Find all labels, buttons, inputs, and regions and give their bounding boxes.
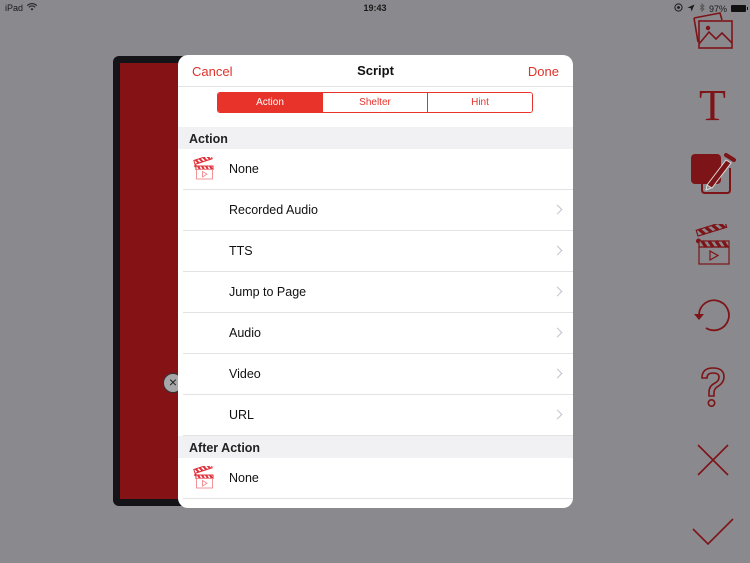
check-icon (691, 517, 734, 547)
action-row-video[interactable]: Video (178, 354, 573, 395)
clapperboard-icon (694, 224, 731, 266)
image-button[interactable] (675, 12, 750, 52)
edit-script-button[interactable] (675, 152, 750, 196)
row-label: None (229, 162, 259, 176)
modal-title: Script (357, 63, 394, 78)
clapperboard-button[interactable] (675, 224, 750, 266)
chevron-right-icon (552, 327, 563, 338)
undo-button[interactable] (675, 296, 750, 336)
script-modal: Cancel Script Done Action Shelter Hint A… (178, 55, 573, 508)
action-row-tts[interactable]: TTS (178, 231, 573, 272)
text-button[interactable]: T (675, 84, 750, 128)
action-row-recorded-audio[interactable]: Recorded Audio (178, 190, 573, 231)
clapperboard-icon (193, 463, 215, 490)
row-label: Jump to Page (229, 285, 307, 299)
modal-navbar: Cancel Script Done (178, 55, 573, 87)
image-icon (690, 12, 736, 52)
chevron-right-icon (552, 286, 563, 297)
close-circle-icon: × (168, 374, 178, 390)
section-header-action: Action (178, 127, 573, 149)
action-row-url[interactable]: URL (178, 395, 573, 436)
after-action-row-none[interactable]: None (178, 458, 573, 499)
action-row-none[interactable]: None (178, 149, 573, 190)
close-icon (696, 443, 730, 477)
clapperboard-icon (193, 154, 215, 181)
status-bar: iPad 19:43 97% (0, 0, 750, 16)
section-header-after-action: After Action (178, 436, 573, 458)
tab-hint[interactable]: Hint (427, 93, 532, 112)
row-label: Video (229, 367, 261, 381)
row-label: Recorded Audio (229, 203, 318, 217)
row-label: None (229, 471, 259, 485)
row-label: URL (229, 408, 255, 422)
close-button[interactable] (675, 443, 750, 477)
clock: 19:43 (363, 3, 387, 13)
chevron-right-icon (552, 204, 563, 215)
done-button[interactable]: Done (528, 64, 559, 79)
text-icon: T (699, 81, 726, 130)
segment-bar: Action Shelter Hint (178, 87, 573, 127)
row-label: Audio (229, 326, 261, 340)
tab-action[interactable]: Action (218, 93, 322, 112)
segmented-control: Action Shelter Hint (217, 92, 533, 113)
chevron-right-icon (552, 409, 563, 420)
chevron-right-icon (552, 245, 563, 256)
action-row-audio[interactable]: Audio (178, 313, 573, 354)
right-toolbar: T (675, 0, 750, 563)
confirm-button[interactable] (675, 517, 750, 547)
action-row-jump-to-page[interactable]: Jump to Page (178, 272, 573, 313)
help-icon (698, 366, 728, 410)
row-label: TTS (229, 244, 253, 258)
undo-icon (693, 296, 733, 336)
help-button[interactable] (675, 366, 750, 410)
chevron-right-icon (552, 368, 563, 379)
edit-script-icon (690, 152, 736, 196)
tab-shelter[interactable]: Shelter (322, 93, 427, 112)
